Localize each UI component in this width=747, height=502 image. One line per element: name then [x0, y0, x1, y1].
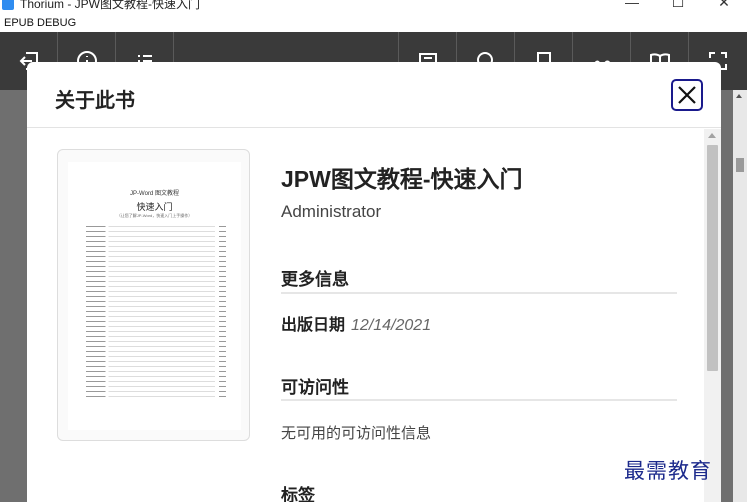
accessibility-heading: 可访问性 [281, 378, 349, 397]
minimize-button[interactable]: — [609, 0, 655, 11]
thorium-app-icon [2, 0, 14, 10]
close-icon [678, 86, 696, 104]
dialog-header: 关于此书 [27, 62, 721, 128]
dialog-title: 关于此书 [55, 90, 135, 112]
window-titlebar: Thorium - JPW图文教程-快速入门 — ☐ ✕ [0, 0, 747, 14]
section-divider [281, 292, 677, 294]
book-cover: JP-Word 图文教程 快速入门 （让您了解JP-Word，快速入门上手操作） [57, 149, 250, 441]
reader-scrollbar[interactable] [733, 90, 747, 502]
close-window-button[interactable]: ✕ [701, 0, 747, 11]
menu-epub-debug[interactable]: EPUB DEBUG [0, 14, 747, 32]
book-title: JPW图文教程-快速入门 [281, 166, 523, 192]
close-dialog-button[interactable] [671, 79, 703, 111]
published-label: 出版日期 [281, 317, 346, 334]
reader-scroll-thumb[interactable] [736, 158, 744, 172]
accessibility-text: 无可用的可访问性信息 [281, 425, 432, 442]
cover-subtitle: （让您了解JP-Word，快速入门上手操作） [116, 213, 193, 218]
window-controls: — ☐ ✕ [609, 0, 747, 11]
published-value: 12/14/2021 [351, 317, 432, 334]
more-info-heading: 更多信息 [281, 270, 349, 289]
book-author: Administrator [281, 202, 382, 221]
dialog-body: JP-Word 图文教程 快速入门 （让您了解JP-Word，快速入门上手操作） [27, 129, 721, 502]
tags-heading: 标签 [281, 486, 315, 502]
section-divider [281, 399, 677, 401]
about-book-dialog: 关于此书 JP-Word 图文教程 快速入门 （让您了解JP-Word，快速入门… [27, 62, 721, 502]
scroll-up-arrow-icon[interactable] [708, 133, 716, 138]
maximize-button[interactable]: ☐ [655, 0, 701, 11]
dialog-scrollbar[interactable] [704, 129, 721, 502]
cover-title: 快速入门 [136, 202, 173, 212]
cover-page: JP-Word 图文教程 快速入门 （让您了解JP-Word，快速入门上手操作） [68, 162, 241, 430]
scroll-up-arrow-icon[interactable] [736, 94, 742, 98]
cover-brand: JP-Word 图文教程 [130, 191, 179, 197]
published-row: 出版日期 12/14/2021 [281, 311, 431, 335]
window-title: Thorium - JPW图文教程-快速入门 [20, 0, 201, 11]
cover-toc-lines [86, 226, 226, 401]
watermark: 最需教育 [624, 459, 712, 483]
dialog-scroll-thumb[interactable] [707, 145, 718, 371]
